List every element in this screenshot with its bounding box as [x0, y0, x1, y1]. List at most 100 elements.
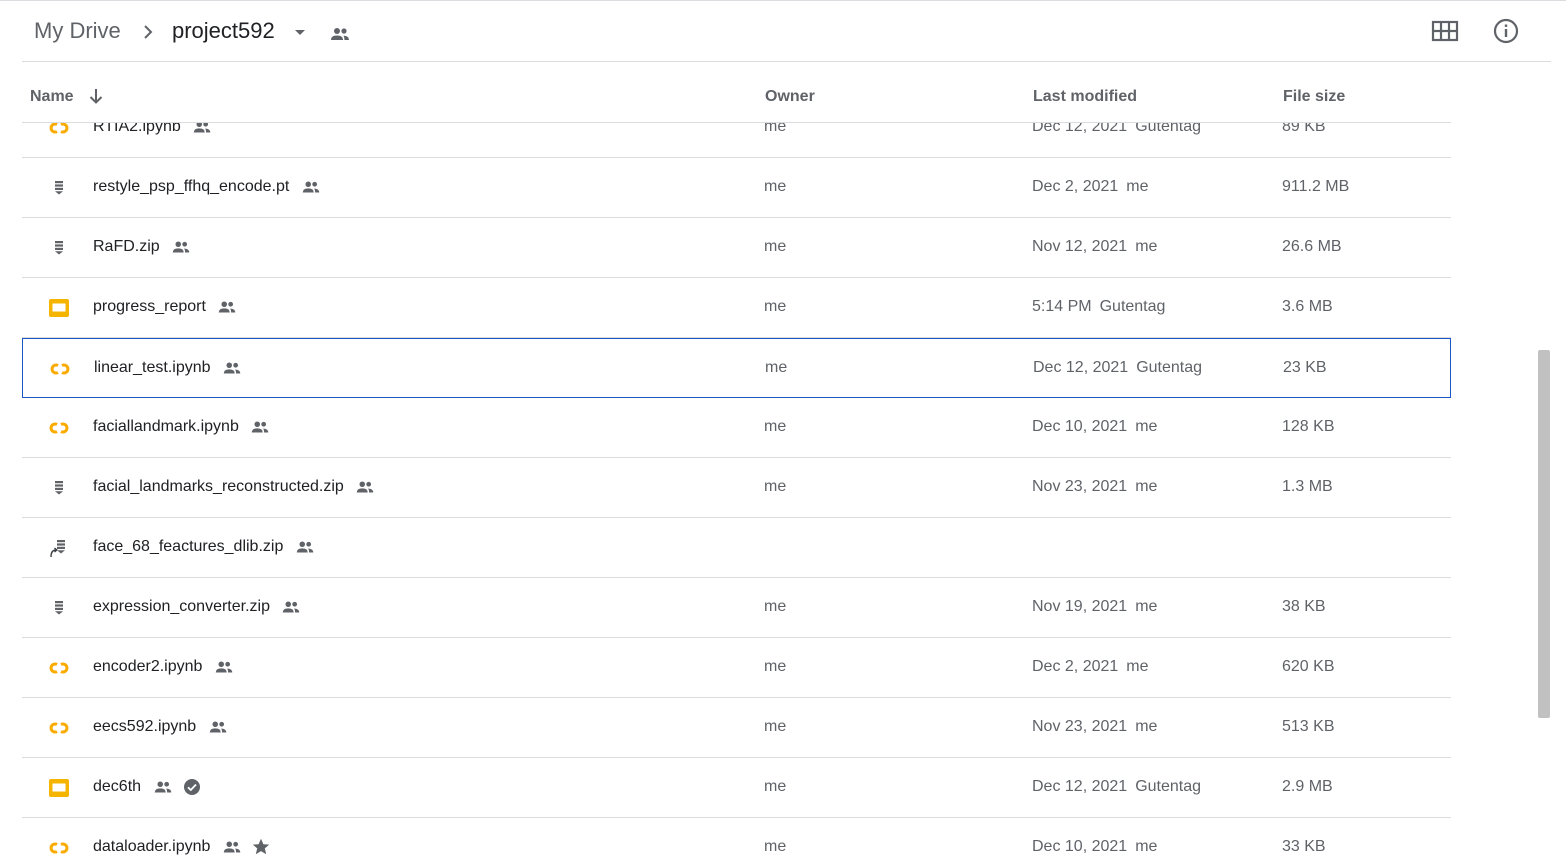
file-size: 38 KB	[1282, 598, 1326, 615]
file-icon	[48, 177, 70, 199]
modified-by: me	[1135, 598, 1158, 615]
file-last-modified: 5:14 PM Gutentag	[1032, 298, 1165, 316]
grid-view-icon[interactable]	[1430, 18, 1460, 44]
file-name: expression_converter.zip	[93, 598, 270, 615]
modified-date: Nov 12, 2021	[1032, 238, 1128, 255]
file-owner: me	[764, 478, 787, 495]
colab-icon	[48, 657, 70, 679]
top-border	[0, 0, 1566, 1]
file-name: facial_landmarks_reconstructed.zip	[93, 478, 344, 495]
shared-icon	[213, 656, 235, 683]
shared-icon	[207, 716, 229, 743]
star-icon[interactable]	[251, 837, 271, 862]
shared-icon	[300, 176, 322, 203]
file-row[interactable]: eecs592.ipynb me Nov 23, 2021 me 513 KB	[22, 698, 1451, 758]
file-owner: me	[764, 838, 787, 855]
file-size: 911.2 MB	[1282, 178, 1350, 195]
file-name: RaFD.zip	[93, 238, 160, 255]
file-row[interactable]: dataloader.ipynb me Dec 10, 2021 me 33 KB	[22, 818, 1451, 862]
file-row[interactable]: expression_converter.zip me Nov 19, 2021 me…	[22, 578, 1451, 638]
verified-icon	[182, 777, 202, 802]
file-name: encoder2.ipynb	[93, 658, 203, 675]
file-owner: me	[764, 178, 787, 195]
modified-date: Nov 23, 2021	[1032, 718, 1128, 735]
file-size: 620 KB	[1282, 658, 1335, 675]
column-header-row: Name Owner Last modified File size	[22, 62, 1451, 123]
file-badges	[221, 357, 251, 379]
file-row[interactable]: facial_landmarks_reconstructed.zip me Nov …	[22, 458, 1451, 518]
file-name: linear_test.ipynb	[94, 359, 211, 376]
file-owner: me	[764, 718, 787, 735]
info-icon[interactable]	[1492, 17, 1520, 45]
modified-date: Dec 12, 2021	[1033, 359, 1129, 376]
modified-by: me	[1135, 718, 1158, 735]
modified-by: me	[1135, 238, 1158, 255]
file-row[interactable]: encoder2.ipynb me Dec 2, 2021 me 620 KB	[22, 638, 1451, 698]
file-badges	[354, 476, 384, 498]
modified-by: me	[1126, 178, 1149, 195]
file-last-modified: Dec 2, 2021 me	[1032, 178, 1149, 196]
file-row[interactable]: linear_test.ipynb me Dec 12, 2021 Gutentag 2…	[22, 338, 1451, 398]
file-badges	[249, 416, 279, 438]
breadcrumb-my-drive[interactable]: My Drive	[34, 18, 121, 44]
file-size: 3.6 MB	[1282, 298, 1333, 315]
file-last-modified	[1032, 538, 1040, 556]
file-badges	[280, 596, 310, 618]
column-last-modified-header[interactable]: Last modified	[1033, 88, 1137, 106]
modified-by: me	[1135, 478, 1158, 495]
modified-by: me	[1126, 658, 1149, 675]
dropdown-arrow-icon[interactable]	[290, 22, 310, 42]
column-name-header[interactable]: Name	[30, 88, 74, 106]
shared-icon	[280, 596, 302, 623]
file-icon	[48, 597, 70, 619]
file-last-modified: Dec 12, 2021 Gutentag	[1032, 778, 1201, 796]
modified-date: Dec 2, 2021	[1032, 658, 1119, 675]
chevron-right-icon	[138, 22, 158, 42]
file-badges	[300, 176, 330, 198]
file-row[interactable]: face_68_feactures_dlib.zip	[22, 518, 1451, 578]
file-size: 128 KB	[1282, 418, 1335, 435]
file-badges	[221, 836, 279, 858]
file-badges	[294, 536, 324, 558]
file-last-modified: Nov 12, 2021 me	[1032, 238, 1157, 256]
file-badges	[152, 776, 210, 798]
file-row[interactable]: dec6th me Dec 12, 2021 Gutentag 2.9 MB	[22, 758, 1451, 818]
column-owner-header[interactable]: Owner	[765, 88, 815, 106]
modified-by: me	[1135, 838, 1158, 855]
file-badges	[216, 296, 246, 318]
colab-icon	[48, 837, 70, 859]
file-owner: me	[764, 658, 787, 675]
file-row[interactable]: progress_report me 5:14 PM Gutentag 3.6 MB	[22, 278, 1451, 338]
modified-date: 5:14 PM	[1032, 298, 1092, 315]
file-name: faciallandmark.ipynb	[93, 418, 239, 435]
breadcrumb-current-folder[interactable]: project592	[172, 18, 275, 44]
file-size: 23 KB	[1283, 359, 1327, 376]
column-file-size-header[interactable]: File size	[1283, 88, 1345, 106]
colab-icon	[49, 358, 71, 380]
file-last-modified: Dec 12, 2021 Gutentag	[1033, 359, 1202, 377]
shared-icon	[249, 416, 271, 443]
file-badges	[213, 656, 243, 678]
file-owner: me	[764, 778, 787, 795]
sort-arrow-down-icon[interactable]	[86, 86, 106, 106]
file-icon	[48, 477, 70, 499]
file-row[interactable]: faciallandmark.ipynb me Dec 10, 2021 me 128 …	[22, 398, 1451, 458]
file-name: dec6th	[93, 778, 142, 795]
file-size: 2.9 MB	[1282, 778, 1333, 795]
file-size: 26.6 MB	[1282, 238, 1342, 255]
file-owner: me	[764, 418, 787, 435]
shared-icon	[216, 296, 238, 323]
modified-date: Dec 12, 2021	[1032, 778, 1128, 795]
shared-icon	[152, 776, 174, 803]
shared-icon	[354, 476, 376, 503]
modified-by: Gutentag	[1099, 298, 1166, 315]
file-name: progress_report	[93, 298, 206, 315]
scrollbar-thumb[interactable]	[1538, 350, 1550, 718]
file-size: 513 KB	[1282, 718, 1335, 735]
file-row[interactable]: restyle_psp_ffhq_encode.pt me Dec 2, 2021 m…	[22, 158, 1451, 218]
modified-date: Nov 23, 2021	[1032, 478, 1128, 495]
shared-icon	[170, 236, 192, 263]
colab-icon	[48, 717, 70, 739]
shared-folder-icon	[328, 22, 352, 46]
file-row[interactable]: RaFD.zip me Nov 12, 2021 me 26.6 MB	[22, 218, 1451, 278]
